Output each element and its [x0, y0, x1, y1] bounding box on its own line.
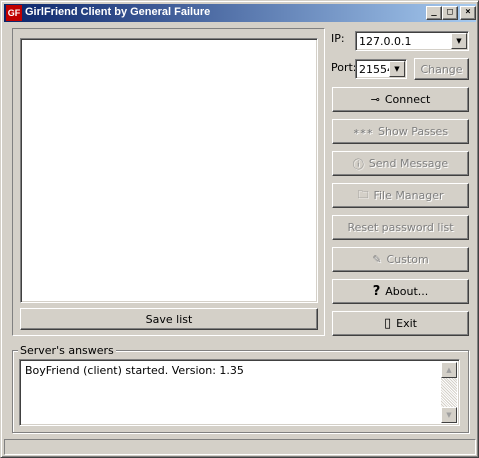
main-window: GF GirlFriend Client by General Failure … — [0, 0, 479, 458]
maximize-button[interactable]: □ — [442, 6, 458, 20]
close-button[interactable]: × — [460, 6, 476, 20]
question-icon: ? — [372, 284, 381, 299]
about-label: About... — [385, 285, 429, 298]
scroll-up-icon[interactable]: ▲ — [441, 362, 457, 378]
server-answers-title: Server's answers — [18, 344, 116, 357]
password-icon: ∗∗∗ — [352, 127, 374, 136]
server-answers-log[interactable]: BoyFriend (client) started. Version: 1.3… — [19, 359, 460, 426]
custom-label: Custom — [386, 253, 429, 266]
host-list[interactable] — [20, 38, 318, 303]
title-bar[interactable]: GF GirlFriend Client by General Failure … — [4, 4, 476, 22]
pen-icon: ✎ — [372, 253, 382, 266]
status-bar — [4, 439, 476, 455]
folder-icon: 🗀 — [357, 188, 369, 201]
ip-value: 127.0.0.1 — [359, 35, 412, 48]
file-manager-label: File Manager — [373, 189, 444, 202]
reset-password-list-label: Reset password list — [347, 221, 454, 234]
ip-label: IP: — [331, 32, 345, 45]
change-port-label: Change — [420, 62, 463, 76]
send-message-label: Send Message — [368, 157, 449, 170]
port-combobox[interactable]: 21554 ▼ — [355, 59, 407, 79]
reset-password-list-button[interactable]: Reset password list — [332, 215, 469, 240]
save-list-label: Save list — [145, 312, 193, 326]
ip-dropdown-arrow-icon[interactable]: ▼ — [451, 33, 467, 49]
custom-button[interactable]: ✎ Custom — [332, 247, 469, 272]
file-manager-button[interactable]: 🗀 File Manager — [332, 183, 469, 208]
about-button[interactable]: ? About... — [332, 279, 469, 304]
app-icon: GF — [6, 5, 22, 21]
door-icon: ▯ — [384, 316, 392, 331]
port-dropdown-arrow-icon[interactable]: ▼ — [389, 61, 405, 77]
exit-button[interactable]: ▯ Exit — [332, 311, 469, 336]
connect-label: Connect — [384, 93, 431, 106]
window-title: GirlFriend Client by General Failure — [25, 6, 211, 18]
minimize-button[interactable]: _ — [426, 6, 442, 20]
plug-icon: ⊸ — [370, 93, 380, 106]
show-passes-label: Show Passes — [378, 125, 449, 138]
change-port-button[interactable]: Change — [414, 58, 469, 80]
connect-button[interactable]: ⊸ Connect — [332, 87, 469, 112]
log-scrollbar[interactable]: ▲ ▼ — [441, 362, 457, 423]
exit-label: Exit — [396, 317, 417, 330]
info-icon: ⓘ — [352, 157, 364, 171]
save-list-button[interactable]: Save list — [20, 308, 318, 330]
ip-combobox[interactable]: 127.0.0.1 ▼ — [355, 31, 469, 51]
send-message-button[interactable]: ⓘ Send Message — [332, 151, 469, 176]
show-passes-button[interactable]: ∗∗∗ Show Passes — [332, 119, 469, 144]
port-label: Port: — [331, 61, 357, 74]
server-answers-text: BoyFriend (client) started. Version: 1.3… — [25, 364, 244, 377]
scroll-down-icon[interactable]: ▼ — [441, 407, 457, 423]
